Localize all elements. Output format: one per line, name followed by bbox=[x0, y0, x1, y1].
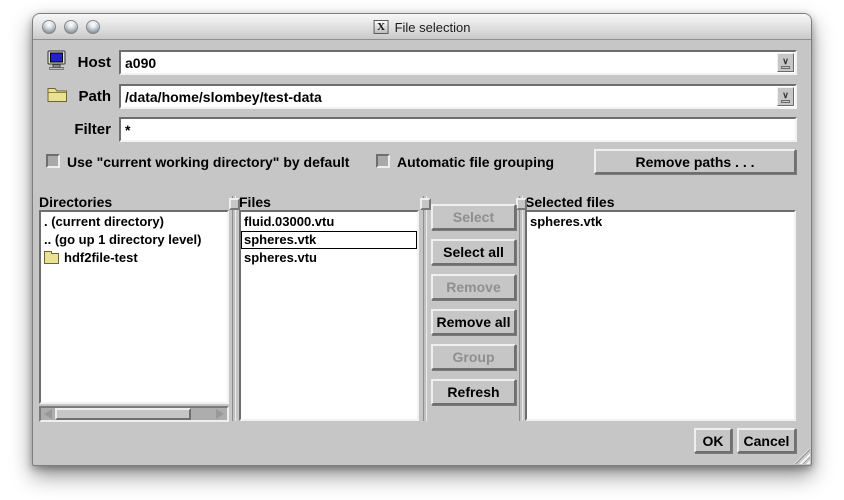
cancel-button[interactable]: Cancel bbox=[737, 428, 796, 453]
window-controls bbox=[42, 20, 100, 34]
dropdown-bar-icon bbox=[781, 100, 790, 103]
action-button-label: Select bbox=[453, 209, 494, 225]
action-button-label: Group bbox=[453, 349, 495, 365]
path-input[interactable] bbox=[121, 86, 795, 107]
files-list[interactable]: fluid.03000.vtu spheres.vtk spheres.vtu bbox=[239, 210, 419, 421]
pane-sash[interactable] bbox=[232, 196, 236, 421]
host-dropdown-button[interactable]: ∨ bbox=[777, 53, 794, 72]
action-button-label: Remove bbox=[446, 279, 500, 295]
remove-button: Remove bbox=[431, 274, 516, 300]
sash-handle[interactable] bbox=[229, 198, 240, 210]
refresh-button[interactable]: Refresh bbox=[431, 379, 516, 405]
path-dropdown-button[interactable]: ∨ bbox=[777, 87, 794, 106]
directory-list-item[interactable]: . (current directory) bbox=[41, 213, 227, 231]
select-all-button[interactable]: Select all bbox=[431, 239, 516, 265]
action-button-label: Refresh bbox=[447, 384, 499, 400]
close-button[interactable] bbox=[42, 20, 56, 34]
path-field: ∨ bbox=[119, 84, 797, 109]
file-name: spheres.vtk bbox=[244, 231, 316, 249]
pane-sash[interactable] bbox=[519, 196, 523, 421]
path-label: Path bbox=[39, 88, 111, 105]
chevron-down-icon: ∨ bbox=[782, 57, 789, 65]
files-pane-label: Files bbox=[239, 194, 271, 210]
x11-icon: X bbox=[374, 20, 389, 34]
action-button-label: Remove all bbox=[437, 314, 511, 330]
selected-files-list[interactable]: spheres.vtk bbox=[525, 210, 796, 421]
sash-handle[interactable] bbox=[420, 198, 431, 210]
group-button: Group bbox=[431, 344, 516, 370]
filter-label: Filter bbox=[39, 121, 111, 138]
file-name: spheres.vtu bbox=[244, 249, 317, 267]
window-title: File selection bbox=[395, 20, 471, 35]
scrollbar-thumb[interactable] bbox=[55, 408, 191, 420]
select-button: Select bbox=[431, 204, 516, 230]
action-buttons: Select Select all Remove Remove all Grou… bbox=[431, 204, 516, 414]
remove-paths-button[interactable]: Remove paths . . . bbox=[594, 149, 796, 174]
minimize-button[interactable] bbox=[64, 20, 78, 34]
file-selection-window: X File selection Host ∨ Path ∨ bbox=[32, 13, 812, 466]
title-area: X File selection bbox=[374, 14, 471, 40]
folder-icon bbox=[44, 253, 59, 264]
host-label: Host bbox=[39, 54, 111, 71]
file-name: fluid.03000.vtu bbox=[244, 213, 334, 231]
scroll-right-arrow[interactable] bbox=[213, 408, 227, 420]
selected-files-pane-label: Selected files bbox=[525, 194, 615, 210]
right-triangle-icon bbox=[216, 409, 224, 419]
resize-grip[interactable] bbox=[794, 448, 810, 464]
directories-list[interactable]: . (current directory) .. (go up 1 direct… bbox=[39, 210, 229, 404]
file-list-item[interactable]: spheres.vtu bbox=[241, 249, 417, 267]
remove-all-button[interactable]: Remove all bbox=[431, 309, 516, 335]
file-grouping-checkbox-label: Automatic file grouping bbox=[397, 154, 554, 170]
directories-pane-label: Directories bbox=[39, 194, 112, 210]
chevron-down-icon: ∨ bbox=[782, 91, 789, 99]
dropdown-bar-icon bbox=[781, 66, 790, 69]
directory-name: . (current directory) bbox=[44, 213, 164, 231]
left-triangle-icon bbox=[44, 409, 52, 419]
directory-list-item[interactable]: hdf2file-test bbox=[41, 249, 227, 267]
ok-button[interactable]: OK bbox=[694, 428, 732, 453]
directory-list-item[interactable]: .. (go up 1 directory level) bbox=[41, 231, 227, 249]
filter-field bbox=[119, 117, 797, 142]
pane-sash[interactable] bbox=[423, 196, 427, 421]
scroll-left-arrow[interactable] bbox=[41, 408, 55, 420]
file-list-item[interactable]: spheres.vtk bbox=[241, 231, 417, 249]
cwd-checkbox-label: Use "current working directory" by defau… bbox=[67, 154, 349, 170]
cwd-checkbox[interactable] bbox=[46, 154, 60, 168]
titlebar[interactable]: X File selection bbox=[33, 14, 811, 40]
filter-input[interactable] bbox=[121, 119, 795, 140]
zoom-button[interactable] bbox=[86, 20, 100, 34]
directory-name: hdf2file-test bbox=[64, 249, 138, 267]
directories-horizontal-scrollbar[interactable] bbox=[39, 406, 229, 422]
host-field: ∨ bbox=[119, 50, 797, 75]
selected-file-list-item[interactable]: spheres.vtk bbox=[527, 213, 794, 231]
host-input[interactable] bbox=[121, 52, 795, 73]
sash-handle[interactable] bbox=[516, 198, 527, 210]
directory-name: .. (go up 1 directory level) bbox=[44, 231, 201, 249]
file-list-item[interactable]: fluid.03000.vtu bbox=[241, 213, 417, 231]
scrollbar-track[interactable] bbox=[55, 408, 213, 420]
action-button-label: Select all bbox=[443, 244, 504, 260]
selected-file-name: spheres.vtk bbox=[530, 213, 602, 231]
file-grouping-checkbox[interactable] bbox=[376, 154, 390, 168]
